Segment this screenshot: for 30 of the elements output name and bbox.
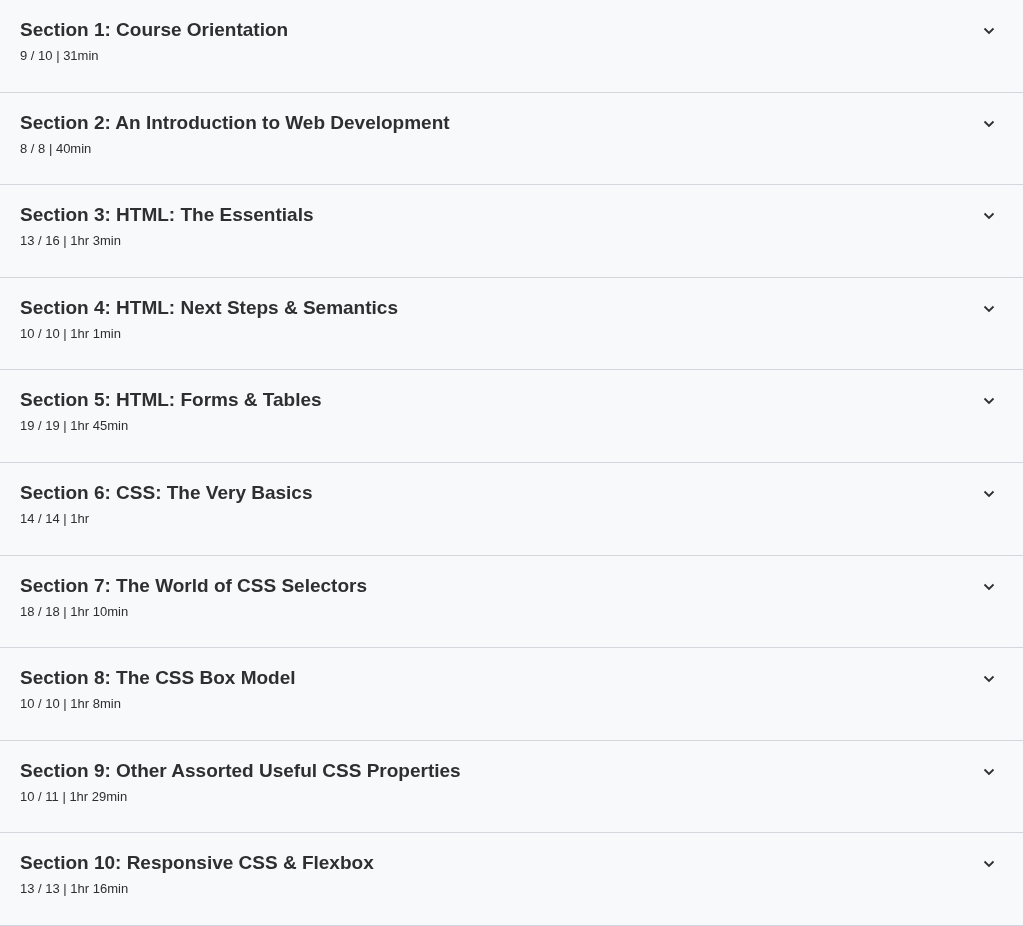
section-meta: 14 / 14 | 1hr (20, 509, 91, 528)
section-title: Section 1: Course Orientation (20, 18, 289, 42)
chevron-down-icon (983, 212, 995, 221)
section-title: Section 7: The World of CSS Selectors (20, 573, 367, 598)
section-meta: 8 / 8 | 40min (20, 139, 93, 158)
section-title: Section 5: HTML: Forms & Tables (20, 388, 322, 413)
section-meta: 10 / 11 | 1hr 29min (20, 787, 129, 806)
chevron-down-icon (983, 489, 995, 498)
section-title: Section 9: Other Assorted Useful CSS Properties (20, 758, 461, 783)
section-title: Section 4: HTML: Next Steps & Semantics (20, 295, 398, 320)
section-meta: 10 / 10 | 1hr 1min (20, 324, 122, 343)
chevron-down-icon (983, 27, 995, 35)
chevron-down-icon (983, 767, 995, 776)
section-title: Section 2: An Introduction to Web Development (20, 110, 450, 135)
section-meta: 19 / 19 | 1hr 45min (20, 417, 130, 436)
section-title: Section 6: CSS: The Very Basics (20, 480, 313, 505)
chevron-down-icon (983, 397, 995, 406)
chevron-down-icon (983, 582, 995, 591)
section-title: Section 8: The CSS Box Model (20, 666, 296, 691)
section-meta: 18 / 18 | 1hr 10min (20, 602, 130, 621)
section-title: Section 10: Responsive CSS & Flexbox (20, 851, 374, 876)
section-meta: 9 / 10 | 31min (20, 47, 100, 65)
chevron-down-icon (983, 119, 995, 128)
chevron-down-icon (983, 860, 995, 869)
section-meta: 10 / 10 | 1hr 8min (20, 695, 122, 714)
chevron-down-icon (983, 675, 995, 684)
section-meta: 13 / 16 | 1hr 3min (20, 232, 122, 251)
section-meta: 13 / 13 | 1hr 16min (20, 880, 130, 899)
chevron-down-icon (983, 304, 995, 313)
section-title: Section 3: HTML: The Essentials (20, 203, 314, 228)
